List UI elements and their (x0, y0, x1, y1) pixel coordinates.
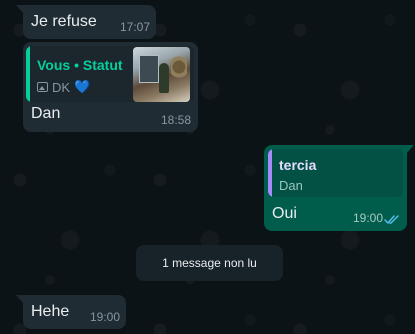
unread-messages-divider: 1 message non lu (136, 245, 283, 281)
quote-text: Dan (279, 178, 303, 193)
thumbnail-plant (171, 51, 187, 91)
message-time: 17:07 (119, 20, 150, 34)
quote-title: Vous • Statut (37, 57, 123, 73)
incoming-message-status-reply[interactable]: Vous • Statut DK 💙 Dan 18:58 (23, 42, 198, 132)
quoted-status[interactable]: Vous • Statut DK 💙 (26, 46, 194, 102)
message-text: Dan (31, 105, 61, 122)
outgoing-message-reply[interactable]: tercia Dan Oui 19:00 (264, 145, 414, 231)
quote-subtitle-text: DK (52, 79, 71, 95)
quote-accent-bar (268, 149, 272, 197)
thumbnail-person (159, 63, 169, 93)
thumbnail-window (139, 55, 159, 83)
quote-subtitle: DK 💙 (37, 79, 90, 95)
incoming-message[interactable]: Hehe 19:00 (16, 295, 126, 329)
message-text: Oui (272, 205, 297, 222)
bubble-tail (16, 295, 24, 304)
double-check-read-icon (384, 215, 399, 224)
photo-icon (37, 82, 48, 92)
message-text: Je refuse (31, 13, 97, 30)
quote-author: tercia (279, 157, 317, 173)
quote-accent-bar (26, 46, 30, 102)
quoted-message[interactable]: tercia Dan (268, 149, 403, 197)
status-thumbnail[interactable] (133, 47, 190, 102)
bubble-tail (16, 5, 24, 14)
unread-divider-text: 1 message non lu (162, 256, 257, 270)
message-time: 18:58 (160, 113, 191, 127)
message-text: Hehe (31, 303, 70, 320)
blue-heart-emoji: 💙 (74, 79, 91, 94)
bubble-tail (406, 145, 414, 154)
message-time: 19:00 (352, 211, 383, 225)
message-time: 19:00 (89, 310, 120, 324)
incoming-message[interactable]: Je refuse 17:07 (16, 5, 156, 39)
